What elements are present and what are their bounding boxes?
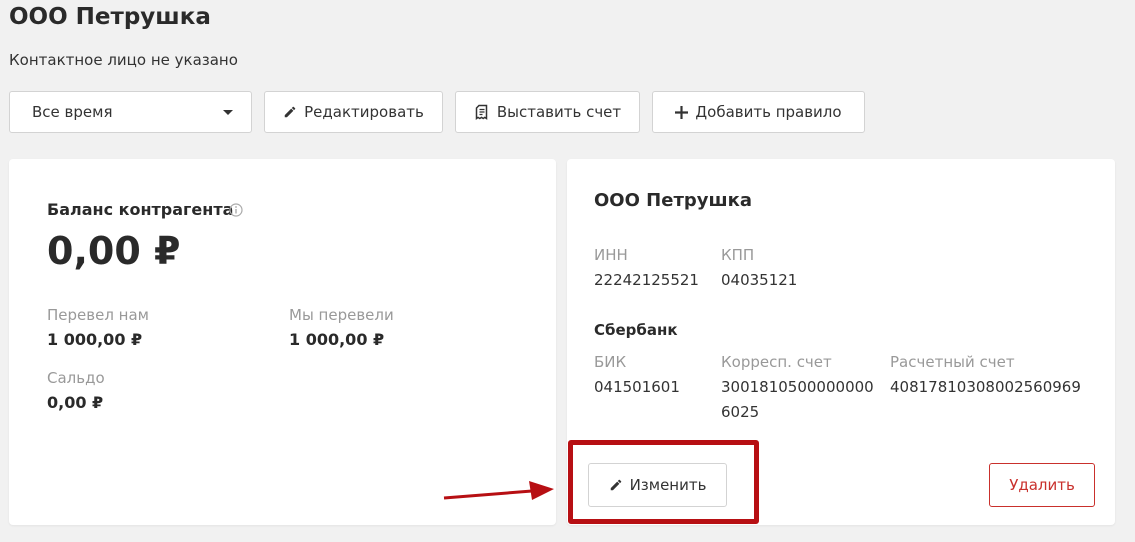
pencil-icon (284, 106, 296, 118)
info-icon[interactable] (229, 203, 243, 217)
corr-account-label: Корресп. счет (721, 353, 832, 371)
received-label: Перевел нам (47, 306, 149, 324)
issue-invoice-button[interactable]: Выставить счет (455, 91, 640, 133)
period-select[interactable]: Все время (9, 91, 252, 133)
inn-label: ИНН (594, 246, 628, 264)
saldo-value: 0,00 ₽ (47, 393, 104, 412)
settlement-account-label: Расчетный счет (890, 353, 1015, 371)
kpp-label: КПП (721, 246, 755, 264)
period-select-value: Все время (32, 103, 113, 121)
bank-name: Сбербанк (594, 321, 678, 339)
delete-requisites-label: Удалить (1009, 476, 1075, 494)
chevron-down-icon (223, 109, 233, 115)
edit-counterparty-button[interactable]: Редактировать (264, 91, 443, 133)
page-title: ООО Петрушка (9, 4, 211, 30)
invoice-icon (475, 104, 488, 120)
annotation-arrow-icon (443, 481, 554, 500)
corr-account-value-line1: 3001810500000000 (721, 378, 874, 396)
add-rule-button[interactable]: Добавить правило (652, 91, 865, 133)
corr-account-value-line2: 6025 (721, 403, 760, 421)
saldo-label: Сальдо (47, 369, 105, 387)
plus-icon (675, 105, 689, 119)
bik-label: БИК (594, 353, 627, 371)
sent-value: 1 000,00 ₽ (289, 330, 385, 349)
kpp-value: 04035121 (721, 271, 798, 289)
requisites-company-name: ООО Петрушка (594, 190, 752, 211)
inn-value: 22242125521 (594, 271, 699, 289)
sent-label: Мы перевели (289, 306, 394, 324)
settlement-account-value: 40817810308002560969 (890, 378, 1081, 396)
balance-amount: 0,00 ₽ (47, 229, 181, 273)
edit-counterparty-label: Редактировать (304, 103, 424, 121)
received-value: 1 000,00 ₽ (47, 330, 143, 349)
delete-requisites-button[interactable]: Удалить (989, 463, 1095, 507)
annotation-highlight-box (568, 440, 759, 524)
issue-invoice-label: Выставить счет (496, 103, 622, 121)
add-rule-label: Добавить правило (695, 103, 842, 121)
contact-subtitle: Контактное лицо не указано (9, 51, 238, 69)
bik-value: 041501601 (594, 378, 680, 396)
balance-title: Баланс контрагента (47, 200, 234, 219)
